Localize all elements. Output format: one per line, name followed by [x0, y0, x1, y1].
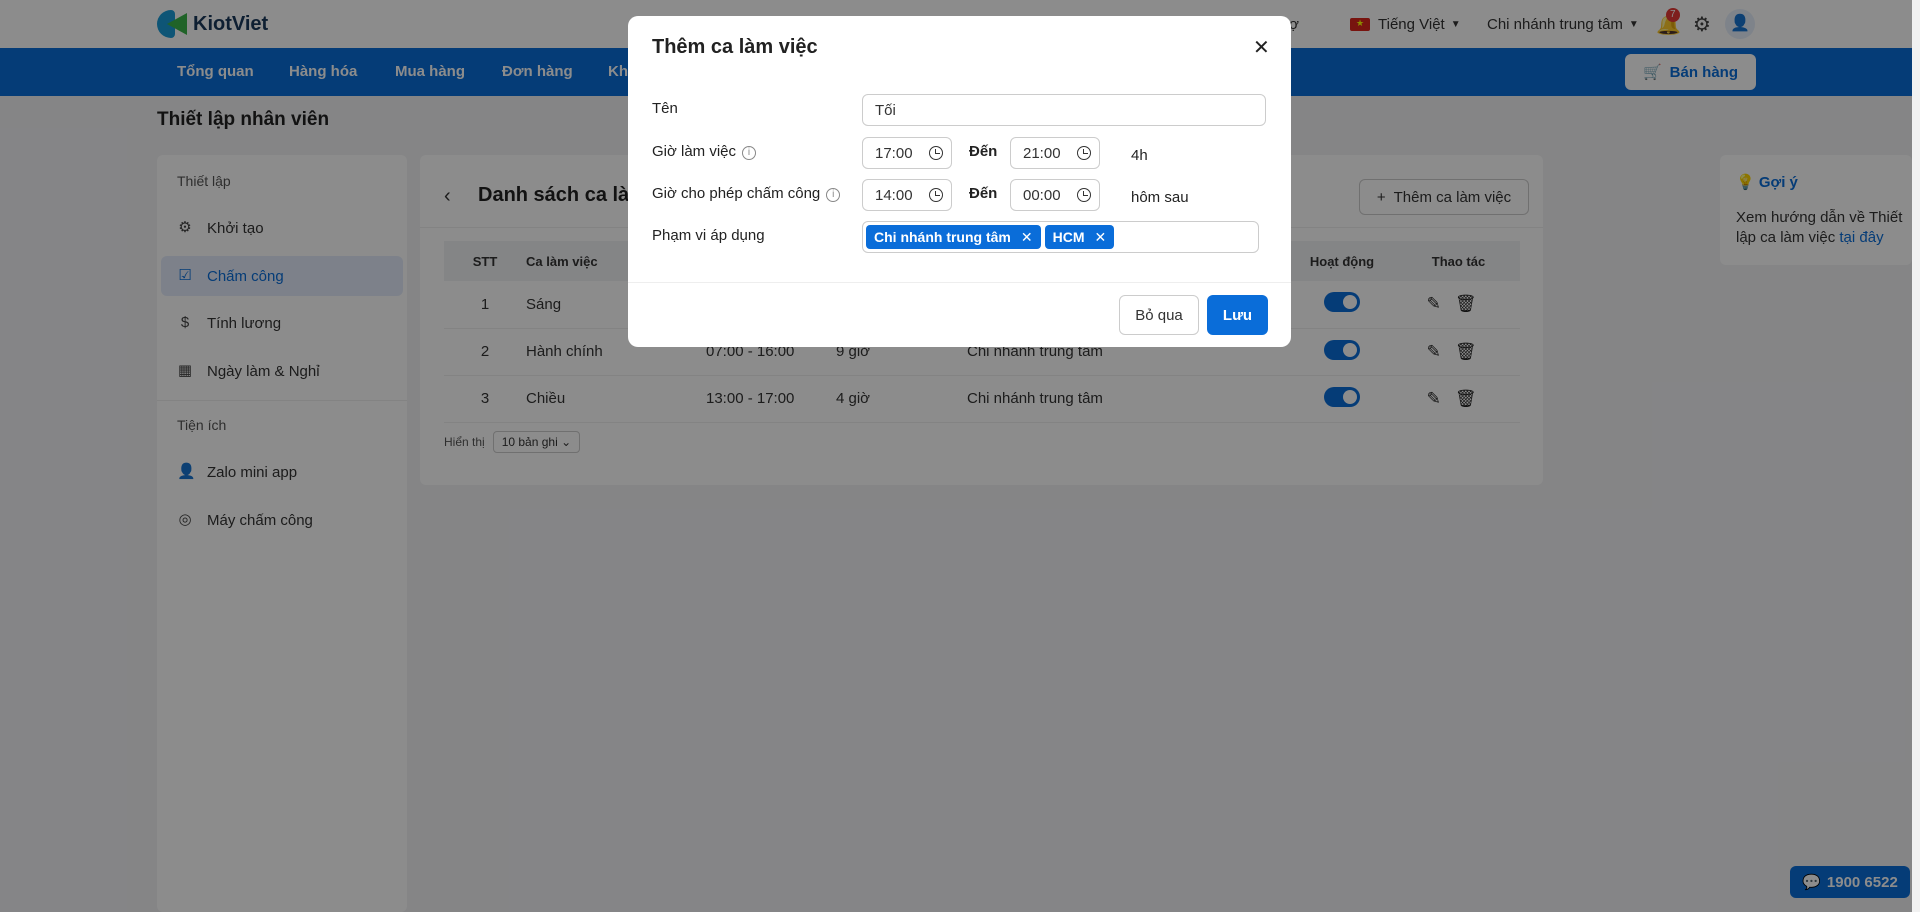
info-icon[interactable]: i — [826, 188, 841, 202]
checkin-to-field[interactable]: 00:00 — [1010, 179, 1100, 211]
work-from-value: 17:00 — [875, 144, 913, 162]
checkin-from-value: 14:00 — [875, 186, 913, 204]
work-to-value: 21:00 — [1023, 144, 1061, 162]
name-value: Tối — [875, 101, 896, 119]
cancel-button[interactable]: Bỏ qua — [1119, 295, 1199, 335]
scope-tag-label: Chi nhánh trung tâm — [874, 229, 1011, 245]
duration-text: 4h — [1131, 147, 1148, 164]
checkin-to-value: 00:00 — [1023, 186, 1061, 204]
scrollbar[interactable] — [1912, 0, 1920, 912]
to-label: Đến — [969, 143, 998, 160]
work-from-field[interactable]: 17:00 — [862, 137, 952, 169]
work-time-label-text: Giờ làm việc — [652, 143, 737, 160]
modal-title: Thêm ca làm việc — [652, 36, 818, 58]
save-button[interactable]: Lưu — [1207, 295, 1268, 335]
clock-icon — [1077, 146, 1091, 160]
checkin-label: Giờ cho phép chấm công i — [652, 185, 841, 202]
checkin-from-field[interactable]: 14:00 — [862, 179, 952, 211]
modal-divider — [628, 282, 1291, 283]
add-shift-modal: Thêm ca làm việc ✕ Tên Tối Giờ làm việc i… — [628, 16, 1291, 347]
scope-label: Phạm vi áp dụng — [652, 227, 765, 244]
close-icon[interactable]: ✕ — [1253, 35, 1270, 60]
remove-tag-icon[interactable]: ✕ — [1095, 229, 1107, 246]
name-label: Tên — [652, 100, 678, 117]
info-icon[interactable]: i — [742, 146, 757, 160]
scope-tag: Chi nhánh trung tâm ✕ — [866, 225, 1041, 249]
remove-tag-icon[interactable]: ✕ — [1021, 229, 1033, 246]
work-to-field[interactable]: 21:00 — [1010, 137, 1100, 169]
next-day-text: hôm sau — [1131, 189, 1189, 206]
clock-icon — [929, 146, 943, 160]
checkin-label-text: Giờ cho phép chấm công — [652, 185, 821, 202]
name-field[interactable]: Tối — [862, 94, 1266, 126]
scope-tag-label: HCM — [1052, 229, 1085, 245]
clock-icon — [1077, 188, 1091, 202]
to-label: Đến — [969, 185, 998, 202]
scope-tag: HCM ✕ — [1044, 225, 1115, 249]
clock-icon — [929, 188, 943, 202]
scope-multiselect[interactable]: Chi nhánh trung tâm ✕ HCM ✕ — [862, 221, 1259, 253]
work-time-label: Giờ làm việc i — [652, 143, 757, 160]
